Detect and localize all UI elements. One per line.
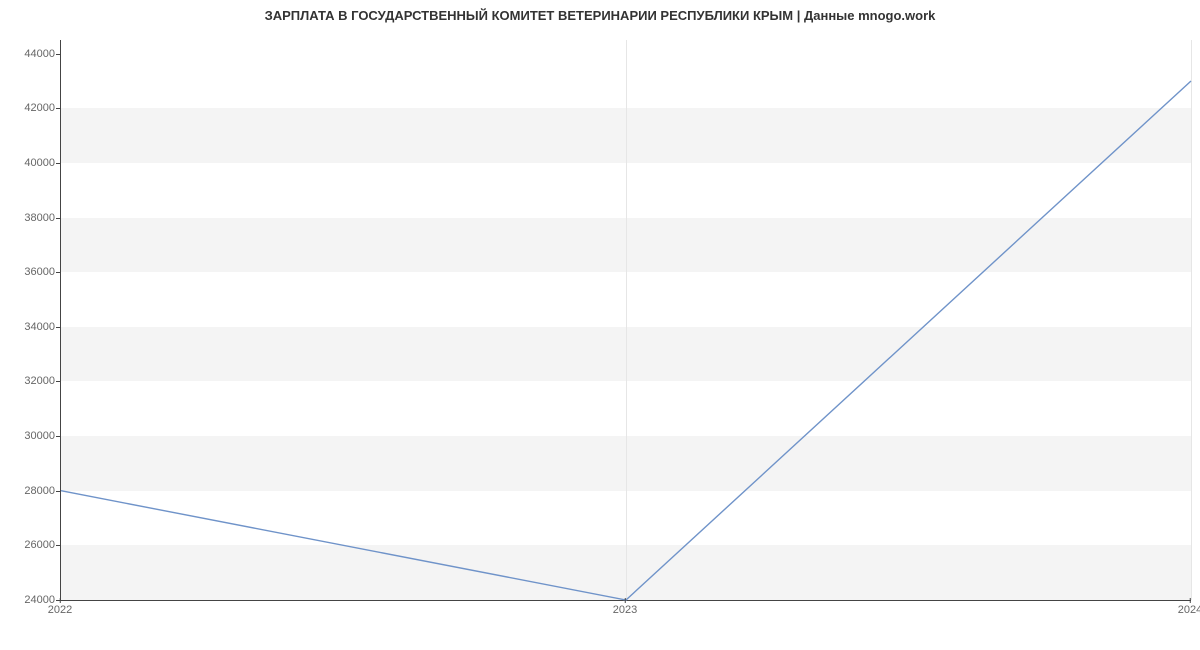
y-tick-label: 30000 [5,430,55,442]
y-tick-label: 38000 [5,212,55,224]
grid-vertical [1191,40,1192,600]
y-tick-label: 42000 [5,102,55,114]
y-tick-label: 36000 [5,266,55,278]
x-tick-label: 2023 [613,604,637,616]
series-line [61,81,1191,600]
line-series [61,40,1191,600]
y-tick-label: 26000 [5,539,55,551]
x-tick-label: 2022 [48,604,72,616]
chart-container: ЗАРПЛАТА В ГОСУДАРСТВЕННЫЙ КОМИТЕТ ВЕТЕР… [0,0,1200,650]
y-tick-label: 40000 [5,157,55,169]
x-tick-label: 2024 [1178,604,1200,616]
y-tick-label: 34000 [5,321,55,333]
plot-area [60,40,1191,601]
y-tick-label: 44000 [5,48,55,60]
y-tick-label: 32000 [5,375,55,387]
y-tick-label: 28000 [5,485,55,497]
chart-title: ЗАРПЛАТА В ГОСУДАРСТВЕННЫЙ КОМИТЕТ ВЕТЕР… [0,8,1200,23]
